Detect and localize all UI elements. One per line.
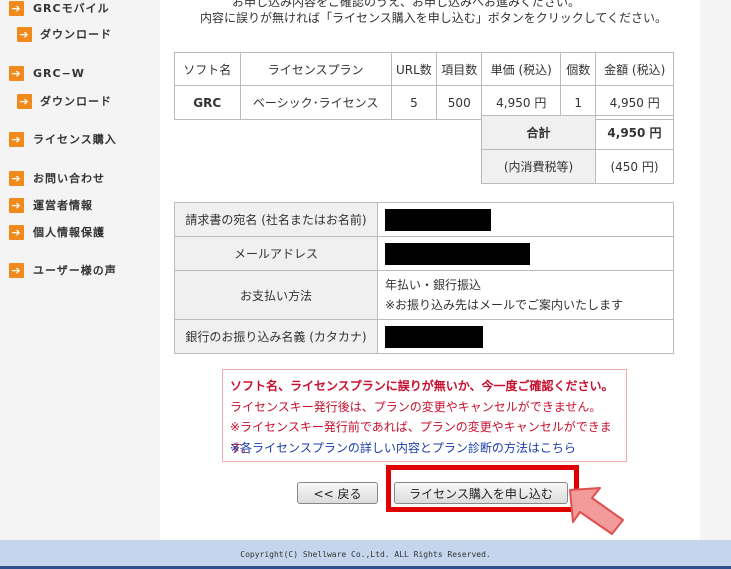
nav-item-label: ダウンロード xyxy=(40,95,112,108)
billing-name-label: 請求書の宛名 (社名またはお名前) xyxy=(174,202,378,237)
table-row: お支払い方法 年払い・銀行振込 ※お振り込み先はメールでご案内いたします xyxy=(174,270,674,320)
total-value: 4,950 円 xyxy=(595,115,674,150)
nav-item-license-purchase[interactable]: ➔ ライセンス購入 xyxy=(9,131,117,147)
cell-software-name: GRC xyxy=(174,85,241,120)
nav-subitem-grc-mobile-download[interactable]: ➔ ダウンロード xyxy=(17,26,112,42)
sidebar: ➔ GRCモバイル ➔ ダウンロード ➔ GRC−W ➔ ダウンロード ➔ ライ… xyxy=(0,0,160,540)
arrow-right-icon: ➔ xyxy=(17,93,32,109)
arrow-right-icon: ➔ xyxy=(17,26,32,42)
column-header: URL数 xyxy=(390,52,438,86)
notice-line: ※ライセンスキー発行前であれば、プランの変更やキャンセルができます。 xyxy=(230,420,612,455)
redacted-block xyxy=(385,242,530,265)
column-header: 個数 xyxy=(560,52,597,86)
confirmation-notice: ソフト名、ライセンスプランに誤りが無いか、今一度ご確認ください。 ライセンスキー… xyxy=(222,369,627,462)
nav-item-grc-mobile[interactable]: ➔ GRCモバイル xyxy=(9,0,110,16)
nav-item-privacy[interactable]: ➔ 個人情報保護 xyxy=(9,224,105,240)
total-table: 合計 4,950 円 (内消費税等) (450 円) xyxy=(481,115,674,184)
column-header: ライセンスプラン xyxy=(239,52,392,86)
table-row: 請求書の宛名 (社名またはお名前) xyxy=(174,202,674,237)
footer: Copyright(C) Shellware Co.,Ltd. ALL Righ… xyxy=(0,540,731,569)
nav-item-label: 個人情報保護 xyxy=(33,226,105,239)
arrow-right-icon: ➔ xyxy=(9,66,24,81)
table-row: 銀行のお振り込み名義 (カタカナ) xyxy=(174,319,674,354)
column-header: 項目数 xyxy=(436,52,483,86)
tax-row: (内消費税等) (450 円) xyxy=(481,149,674,184)
payment-method-text: 年払い・銀行振込 xyxy=(385,278,482,292)
arrow-right-icon: ➔ xyxy=(9,197,24,213)
column-header: ソフト名 xyxy=(174,52,241,86)
intro-text: 内容に誤りが無ければ「ライセンス購入を申し込む」ボタンをクリックしてください。 xyxy=(200,11,668,25)
pointing-arrow-icon xyxy=(569,487,624,535)
nav-item-label: お問い合わせ xyxy=(33,172,105,185)
payment-method-label: お支払い方法 xyxy=(174,270,378,320)
nav-item-grc-w[interactable]: ➔ GRC−W xyxy=(9,66,85,81)
nav-item-label: ユーザー様の声 xyxy=(33,264,117,277)
nav-item-label: 運営者情報 xyxy=(33,199,93,212)
arrow-right-icon: ➔ xyxy=(9,0,24,16)
arrow-right-icon: ➔ xyxy=(9,170,24,186)
order-table: ソフト名 ライセンスプラン URL数 項目数 単価 (税込) 個数 金額 (税込… xyxy=(174,52,674,120)
total-row: 合計 4,950 円 xyxy=(481,115,674,150)
customer-info-table: 請求書の宛名 (社名またはお名前) メールアドレス お支払い方法 年払い・銀行振… xyxy=(174,202,674,354)
order-table-header-row: ソフト名 ライセンスプラン URL数 項目数 単価 (税込) 個数 金額 (税込… xyxy=(174,52,674,86)
nav-item-label: ライセンス購入 xyxy=(33,133,117,146)
notice-line: ライセンスキー発行後は、プランの変更やキャンセルができません。 xyxy=(230,399,602,414)
arrow-right-icon: ➔ xyxy=(9,131,24,147)
nav-item-user-voices[interactable]: ➔ ユーザー様の声 xyxy=(9,262,117,278)
payment-note: ※お振り込み先はメールでご案内いたします xyxy=(385,298,624,312)
nav-item-label: ダウンロード xyxy=(40,28,112,41)
redacted-block xyxy=(385,208,491,231)
tax-label: (内消費税等) xyxy=(481,149,596,184)
nav-item-contact[interactable]: ➔ お問い合わせ xyxy=(9,170,105,186)
redacted-block xyxy=(385,325,483,348)
cell-item-count: 500 xyxy=(436,85,483,120)
arrow-right-icon: ➔ xyxy=(9,262,24,278)
billing-name-value xyxy=(377,202,674,237)
notice-title: ソフト名、ライセンスプランに誤りが無いか、今一度ご確認ください。 xyxy=(230,379,614,393)
plan-details-link[interactable]: ※各ライセンスプランの詳しい内容とプラン診断の方法はこちら xyxy=(230,438,626,459)
transfer-name-label: 銀行のお振り込み名義 (カタカナ) xyxy=(174,319,378,354)
copyright-text: Copyright(C) Shellware Co.,Ltd. ALL Righ… xyxy=(240,550,491,559)
email-value xyxy=(377,236,674,271)
total-label: 合計 xyxy=(481,115,596,150)
nav-item-operator-info[interactable]: ➔ 運営者情報 xyxy=(9,197,93,213)
nav-item-label: GRC−W xyxy=(33,67,85,80)
nav-subitem-grc-w-download[interactable]: ➔ ダウンロード xyxy=(17,93,112,109)
email-label: メールアドレス xyxy=(174,236,378,271)
submit-highlight-frame xyxy=(386,465,579,512)
back-button[interactable]: << 戻る xyxy=(297,482,378,504)
transfer-name-value xyxy=(377,319,674,354)
cell-url-count: 5 xyxy=(390,85,438,120)
column-header: 単価 (税込) xyxy=(481,52,562,86)
arrow-right-icon: ➔ xyxy=(9,224,24,240)
tax-value: (450 円) xyxy=(595,149,674,184)
column-header: 金額 (税込) xyxy=(595,52,674,86)
payment-method-value: 年払い・銀行振込 ※お振り込み先はメールでご案内いたします xyxy=(377,270,674,320)
nav-item-label: GRCモバイル xyxy=(33,2,110,15)
cell-license-plan: ベーシック･ライセンス xyxy=(239,85,392,120)
table-row: メールアドレス xyxy=(174,236,674,271)
